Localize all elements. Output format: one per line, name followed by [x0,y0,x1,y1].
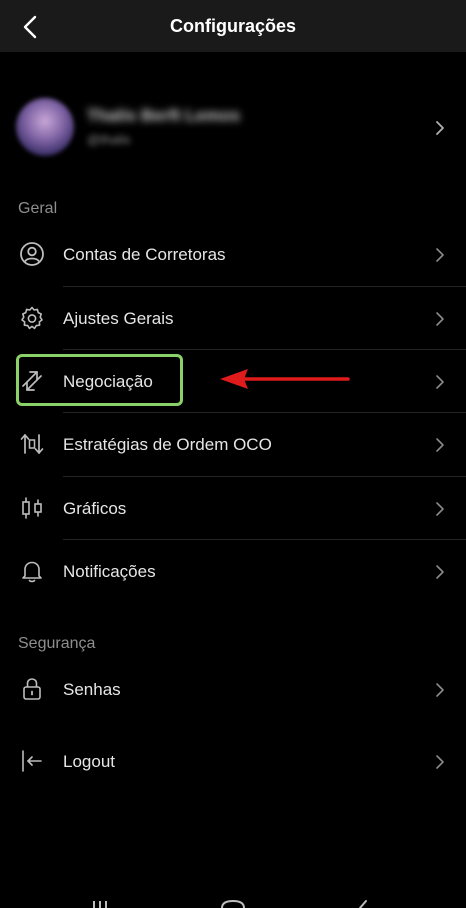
candlestick-icon [22,497,42,519]
menu-item-label: Gráficos [63,498,127,518]
sort-arrows-icon [20,434,44,454]
logout-icon [22,750,42,772]
highlight-box [16,354,183,406]
chevron-right-icon [436,121,444,135]
avatar [16,98,74,156]
user-circle-icon [20,242,44,266]
menu-item-label: Senhas [63,679,121,699]
profile-name: Thalis Berft Lemos [87,106,241,125]
chevron-right-icon [436,248,444,262]
back-button[interactable] [14,12,46,42]
chevron-right-icon [436,375,444,389]
recent-apps-icon[interactable] [93,901,107,908]
menu-item-label: Logout [63,751,115,771]
chevron-right-icon [436,312,444,326]
menu-item-notifications[interactable]: Notificações [0,540,466,603]
menu-item-label: Ajustes Gerais [63,308,174,328]
gear-icon [21,306,43,330]
page-title: Configurações [169,15,297,36]
profile-subtitle: @thalis [87,132,131,147]
lock-icon [23,678,41,700]
section-title-security: Segurança [18,635,96,652]
chevron-right-icon [436,438,444,452]
menu-item-label: Contas de Corretoras [63,244,226,264]
chevron-right-icon [436,683,444,697]
menu-item-general-settings[interactable]: Ajustes Gerais [0,287,466,350]
profile-card[interactable]: Thalis Berft Lemos @thalis [0,88,466,168]
bell-icon [22,561,42,583]
system-nav-bar [93,899,367,908]
menu-item-label: Notificações [63,561,156,581]
chevron-left-icon [23,15,37,39]
menu-item-oco-strategies[interactable]: Estratégias de Ordem OCO [0,413,466,476]
chevron-right-icon [436,502,444,516]
menu-item-accounts[interactable]: Contas de Corretoras [0,223,466,286]
back-nav-icon[interactable] [359,900,367,908]
top-bar: Configurações [0,0,466,52]
chevron-right-icon [436,565,444,579]
menu-item-logout[interactable]: Logout [0,730,466,793]
menu-item-passwords[interactable]: Senhas [0,658,466,721]
menu-item-charts[interactable]: Gráficos [0,477,466,540]
chevron-right-icon [436,755,444,769]
annotation-arrow-icon [220,369,350,389]
menu-item-label: Estratégias de Ordem OCO [63,434,272,454]
home-icon[interactable] [221,899,245,908]
section-title-general: Geral [18,200,58,217]
